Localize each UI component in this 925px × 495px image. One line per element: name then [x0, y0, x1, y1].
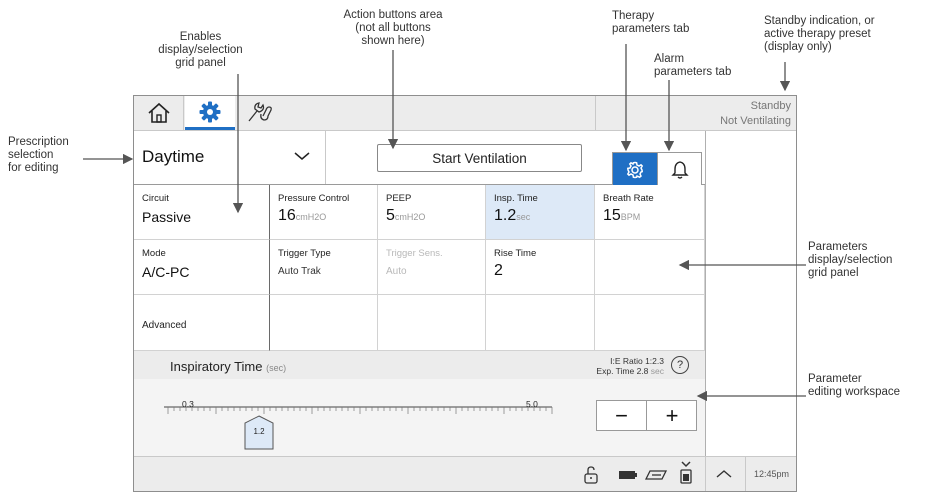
callout-arrows	[83, 44, 806, 402]
